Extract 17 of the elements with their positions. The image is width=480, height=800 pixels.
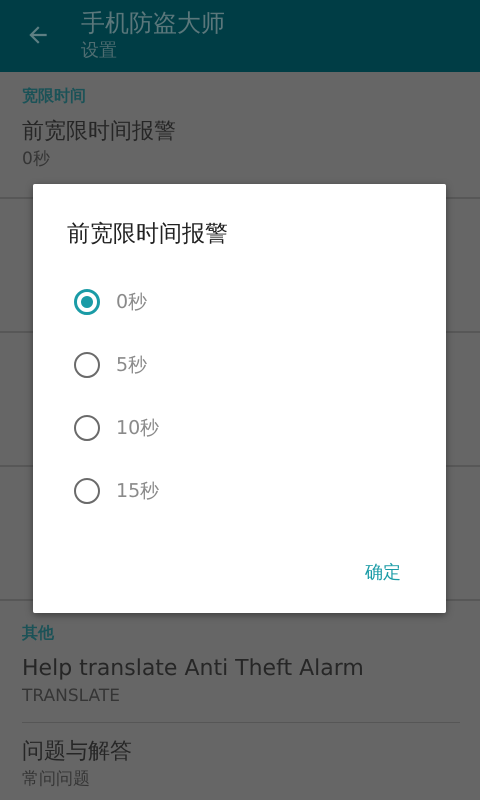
section-header: 宽限时间	[22, 85, 87, 107]
option-label[interactable]: 5秒	[116, 352, 148, 378]
radio-button[interactable]	[74, 414, 100, 440]
radio-button[interactable]	[74, 352, 100, 378]
radio-button[interactable]	[74, 288, 100, 314]
option-label[interactable]: 0秒	[116, 288, 148, 314]
app-subtitle: 设置	[81, 39, 118, 63]
radio-button[interactable]	[74, 478, 100, 504]
setting-title[interactable]: 问题与解答	[22, 737, 458, 767]
setting-title[interactable]: 前宽限时间报警	[22, 117, 458, 147]
option-label[interactable]: 10秒	[116, 414, 160, 440]
dialog-title: 前宽限时间报警	[66, 220, 229, 249]
confirm-button[interactable]: 确定	[357, 552, 409, 592]
section-header: 其他	[22, 622, 56, 644]
setting-title[interactable]: Help translate Anti Theft Alarm	[22, 654, 458, 684]
option-label[interactable]: 15秒	[116, 478, 160, 504]
app-title: 手机防盗大师	[81, 8, 225, 38]
